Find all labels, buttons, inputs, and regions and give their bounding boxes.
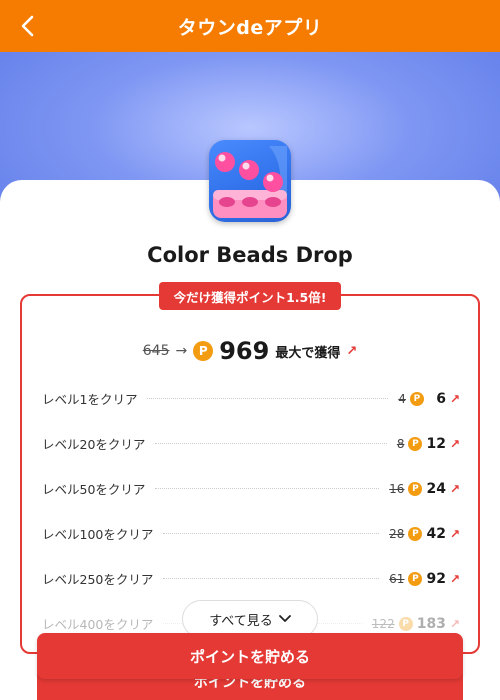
app-bar-title: タウンdeアプリ bbox=[177, 16, 323, 39]
promo-badge-text: 今だけ獲得ポイント1.5倍! bbox=[173, 289, 327, 305]
task-label: レベル50をクリア bbox=[42, 482, 146, 497]
task-row: レベル100をクリア 28 P 42 ↗ bbox=[42, 511, 460, 556]
task-new-points: 12 bbox=[426, 435, 446, 452]
back-button[interactable] bbox=[14, 12, 42, 40]
total-points-row: 645 → P 969 最大で獲得 ↗ bbox=[20, 334, 480, 368]
task-old-points: 16 bbox=[389, 481, 405, 496]
dotted-leader bbox=[155, 488, 380, 489]
task-row: レベル50をクリア 16 P 24 ↗ bbox=[42, 466, 460, 511]
point-coin-icon: P bbox=[398, 616, 413, 631]
new-total-points: 969 bbox=[219, 337, 270, 365]
task-label: レベル20をクリア bbox=[42, 437, 146, 452]
up-arrow-icon: ↗ bbox=[449, 616, 460, 631]
task-label: レベル1をクリア bbox=[42, 392, 138, 407]
dotted-leader bbox=[163, 578, 380, 579]
up-arrow-icon: ↗ bbox=[346, 343, 358, 359]
up-arrow-icon: ↗ bbox=[449, 526, 460, 541]
color-beads-app-icon bbox=[209, 140, 291, 222]
up-arrow-icon: ↗ bbox=[449, 481, 460, 496]
task-new-points: 24 bbox=[426, 480, 446, 497]
dotted-leader bbox=[163, 533, 380, 534]
up-arrow-icon: ↗ bbox=[449, 436, 460, 451]
see-all-label: すべて見る bbox=[209, 613, 273, 629]
chevron-down-icon bbox=[278, 615, 291, 622]
point-coin-icon: P bbox=[409, 391, 424, 406]
top-app-bar: タウンdeアプリ bbox=[0, 0, 500, 52]
task-row: レベル20をクリア 8 P 12 ↗ bbox=[42, 421, 460, 466]
app-name: Color Beads Drop bbox=[147, 243, 353, 267]
point-coin-icon: P bbox=[193, 341, 214, 361]
point-coin-icon: P bbox=[408, 436, 423, 451]
cta-label: ポイントを貯める bbox=[189, 647, 310, 666]
promo-badge: 今だけ獲得ポイント1.5倍! bbox=[159, 282, 341, 310]
task-old-points: 8 bbox=[396, 436, 405, 451]
task-old-points: 28 bbox=[389, 526, 405, 541]
task-label: レベル400をクリア bbox=[42, 617, 154, 632]
up-arrow-icon: ↗ bbox=[449, 391, 460, 406]
point-coin-icon: P bbox=[408, 571, 423, 586]
task-new-points: 42 bbox=[426, 525, 446, 542]
task-row: レベル250をクリア 61 P 92 ↗ bbox=[42, 556, 460, 601]
max-earn-label: 最大で獲得 bbox=[275, 345, 341, 361]
point-coin-icon: P bbox=[408, 481, 423, 496]
chevron-left-icon bbox=[21, 15, 34, 37]
save-points-button[interactable]: ポイントを貯める bbox=[37, 633, 463, 679]
point-coin-icon: P bbox=[408, 526, 423, 541]
task-old-points: 122 bbox=[371, 616, 395, 631]
task-row: レベル1をクリア 4 P 6 ↗ bbox=[42, 376, 460, 421]
task-label: レベル100をクリア bbox=[42, 527, 154, 542]
old-total-points: 645 bbox=[142, 343, 170, 359]
task-new-points: 92 bbox=[426, 570, 446, 587]
right-arrow-icon: → bbox=[175, 343, 188, 359]
dotted-leader bbox=[155, 443, 387, 444]
task-label: レベル250をクリア bbox=[42, 572, 154, 587]
dotted-leader bbox=[147, 398, 389, 399]
task-new-points: 183 bbox=[416, 615, 446, 632]
task-old-points: 61 bbox=[389, 571, 405, 586]
up-arrow-icon: ↗ bbox=[449, 571, 460, 586]
task-old-points: 4 bbox=[398, 391, 406, 406]
task-new-points: 6 bbox=[436, 390, 446, 407]
